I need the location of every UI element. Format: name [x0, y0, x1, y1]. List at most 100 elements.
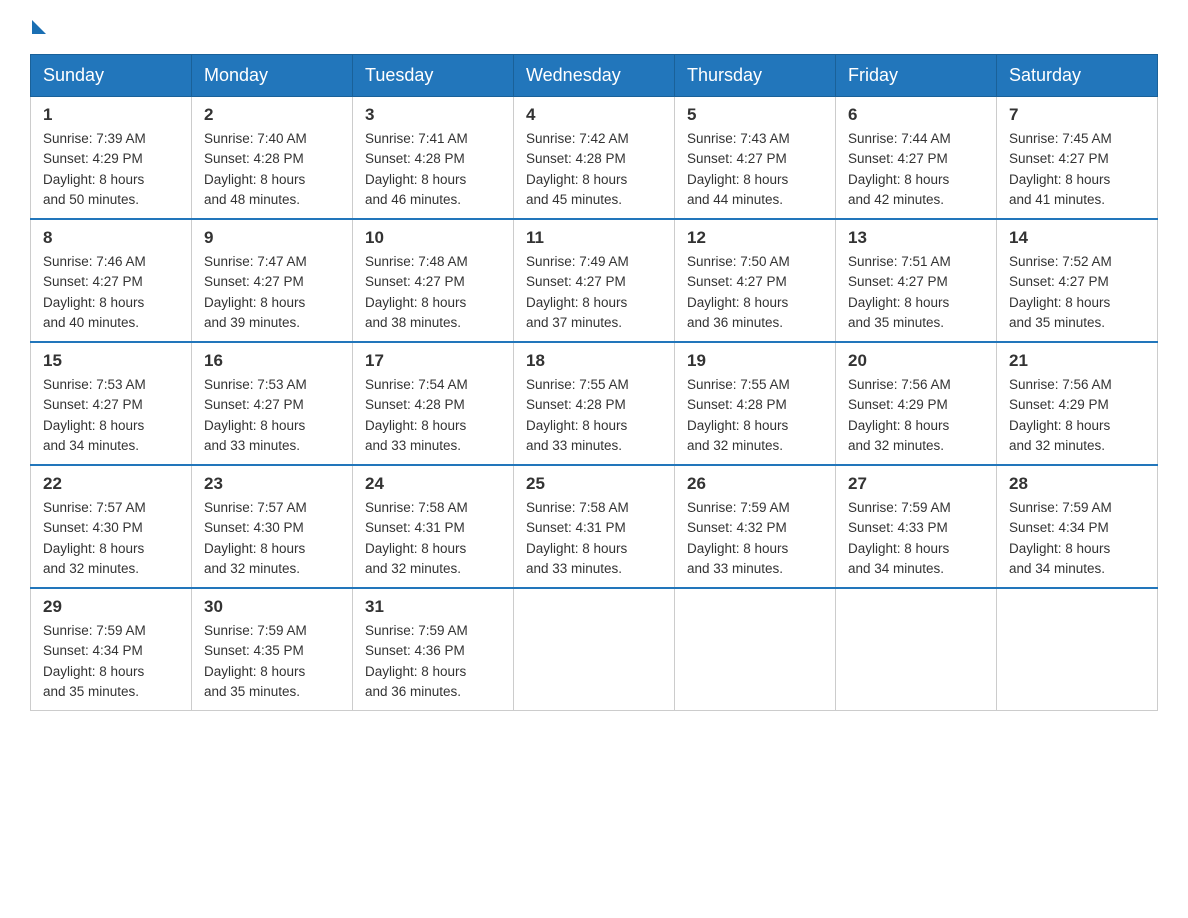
daylight-text-line1: Daylight: 8 hours — [204, 664, 305, 679]
sunrise-text: Sunrise: 7:40 AM — [204, 131, 307, 146]
sunrise-text: Sunrise: 7:58 AM — [365, 500, 468, 515]
daylight-text-line1: Daylight: 8 hours — [43, 172, 144, 187]
day-info: Sunrise: 7:54 AMSunset: 4:28 PMDaylight:… — [365, 375, 501, 456]
day-info: Sunrise: 7:59 AMSunset: 4:36 PMDaylight:… — [365, 621, 501, 702]
weekday-header-tuesday: Tuesday — [353, 55, 514, 97]
day-number: 16 — [204, 351, 340, 371]
daylight-text-line1: Daylight: 8 hours — [687, 172, 788, 187]
sunrise-text: Sunrise: 7:56 AM — [848, 377, 951, 392]
daylight-text-line2: and 32 minutes. — [1009, 438, 1105, 453]
calendar-cell: 4Sunrise: 7:42 AMSunset: 4:28 PMDaylight… — [514, 97, 675, 220]
day-number: 2 — [204, 105, 340, 125]
daylight-text-line2: and 38 minutes. — [365, 315, 461, 330]
day-number: 25 — [526, 474, 662, 494]
daylight-text-line2: and 33 minutes. — [687, 561, 783, 576]
daylight-text-line1: Daylight: 8 hours — [204, 295, 305, 310]
daylight-text-line2: and 45 minutes. — [526, 192, 622, 207]
daylight-text-line2: and 35 minutes. — [1009, 315, 1105, 330]
calendar-cell: 5Sunrise: 7:43 AMSunset: 4:27 PMDaylight… — [675, 97, 836, 220]
sunrise-text: Sunrise: 7:44 AM — [848, 131, 951, 146]
daylight-text-line1: Daylight: 8 hours — [1009, 172, 1110, 187]
daylight-text-line2: and 35 minutes. — [848, 315, 944, 330]
day-info: Sunrise: 7:55 AMSunset: 4:28 PMDaylight:… — [526, 375, 662, 456]
sunrise-text: Sunrise: 7:58 AM — [526, 500, 629, 515]
daylight-text-line1: Daylight: 8 hours — [848, 418, 949, 433]
sunrise-text: Sunrise: 7:59 AM — [687, 500, 790, 515]
daylight-text-line1: Daylight: 8 hours — [687, 541, 788, 556]
calendar-cell: 21Sunrise: 7:56 AMSunset: 4:29 PMDayligh… — [997, 342, 1158, 465]
sunrise-text: Sunrise: 7:59 AM — [1009, 500, 1112, 515]
day-info: Sunrise: 7:50 AMSunset: 4:27 PMDaylight:… — [687, 252, 823, 333]
daylight-text-line1: Daylight: 8 hours — [848, 295, 949, 310]
day-info: Sunrise: 7:39 AMSunset: 4:29 PMDaylight:… — [43, 129, 179, 210]
sunrise-text: Sunrise: 7:57 AM — [43, 500, 146, 515]
sunset-text: Sunset: 4:33 PM — [848, 520, 948, 535]
day-number: 20 — [848, 351, 984, 371]
sunset-text: Sunset: 4:27 PM — [1009, 151, 1109, 166]
day-number: 11 — [526, 228, 662, 248]
sunset-text: Sunset: 4:28 PM — [526, 397, 626, 412]
day-number: 19 — [687, 351, 823, 371]
calendar-cell: 17Sunrise: 7:54 AMSunset: 4:28 PMDayligh… — [353, 342, 514, 465]
day-info: Sunrise: 7:53 AMSunset: 4:27 PMDaylight:… — [204, 375, 340, 456]
daylight-text-line2: and 44 minutes. — [687, 192, 783, 207]
calendar-week-row: 1Sunrise: 7:39 AMSunset: 4:29 PMDaylight… — [31, 97, 1158, 220]
daylight-text-line1: Daylight: 8 hours — [204, 541, 305, 556]
sunrise-text: Sunrise: 7:46 AM — [43, 254, 146, 269]
sunrise-text: Sunrise: 7:59 AM — [365, 623, 468, 638]
daylight-text-line2: and 32 minutes. — [848, 438, 944, 453]
day-number: 4 — [526, 105, 662, 125]
sunset-text: Sunset: 4:34 PM — [43, 643, 143, 658]
daylight-text-line1: Daylight: 8 hours — [43, 664, 144, 679]
day-info: Sunrise: 7:59 AMSunset: 4:34 PMDaylight:… — [1009, 498, 1145, 579]
calendar-cell: 11Sunrise: 7:49 AMSunset: 4:27 PMDayligh… — [514, 219, 675, 342]
sunset-text: Sunset: 4:27 PM — [1009, 274, 1109, 289]
day-info: Sunrise: 7:59 AMSunset: 4:35 PMDaylight:… — [204, 621, 340, 702]
calendar-cell: 30Sunrise: 7:59 AMSunset: 4:35 PMDayligh… — [192, 588, 353, 711]
daylight-text-line2: and 48 minutes. — [204, 192, 300, 207]
day-number: 24 — [365, 474, 501, 494]
sunset-text: Sunset: 4:27 PM — [43, 397, 143, 412]
calendar-cell: 22Sunrise: 7:57 AMSunset: 4:30 PMDayligh… — [31, 465, 192, 588]
day-number: 12 — [687, 228, 823, 248]
sunrise-text: Sunrise: 7:39 AM — [43, 131, 146, 146]
sunset-text: Sunset: 4:28 PM — [687, 397, 787, 412]
daylight-text-line1: Daylight: 8 hours — [687, 295, 788, 310]
daylight-text-line2: and 35 minutes. — [204, 684, 300, 699]
calendar-cell: 27Sunrise: 7:59 AMSunset: 4:33 PMDayligh… — [836, 465, 997, 588]
calendar-cell: 18 Sunrise: 7:55 AMSunset: 4:28 PMDayligh… — [514, 342, 675, 465]
daylight-text-line1: Daylight: 8 hours — [1009, 541, 1110, 556]
sunset-text: Sunset: 4:28 PM — [365, 151, 465, 166]
calendar-week-row: 8 Sunrise: 7:46 AM Sunset: 4:27 PM Daylight… — [31, 219, 1158, 342]
calendar-cell: 1Sunrise: 7:39 AMSunset: 4:29 PMDaylight… — [31, 97, 192, 220]
daylight-text-line2: and 34 minutes. — [1009, 561, 1105, 576]
day-number: 18 — [526, 351, 662, 371]
sunrise-text: Sunrise: 7:59 AM — [848, 500, 951, 515]
day-info: Sunrise: 7:57 AMSunset: 4:30 PMDaylight:… — [204, 498, 340, 579]
day-info: Sunrise: 7:59 AMSunset: 4:34 PMDaylight:… — [43, 621, 179, 702]
weekday-header-wednesday: Wednesday — [514, 55, 675, 97]
sunset-text: Sunset: 4:28 PM — [204, 151, 304, 166]
calendar-cell: 8Sunrise: 7:46 AMSunset: 4:27 PMDaylight… — [31, 219, 192, 342]
sunrise-text: Sunrise: 7:56 AM — [1009, 377, 1112, 392]
calendar-table: SundayMondayTuesdayWednesdayThursdayFrid… — [30, 54, 1158, 711]
weekday-header-friday: Friday — [836, 55, 997, 97]
daylight-text-line2: and 36 minutes. — [365, 684, 461, 699]
calendar-cell: 20Sunrise: 7:56 AMSunset: 4:29 PMDayligh… — [836, 342, 997, 465]
calendar-cell: 12 Sunrise: 7:50 AMSunset: 4:27 PMDayligh… — [675, 219, 836, 342]
sunrise-text: Sunrise: 7:41 AM — [365, 131, 468, 146]
sunrise-text: Sunrise: 7:43 AM — [687, 131, 790, 146]
calendar-cell: 9Sunrise: 7:47 AMSunset: 4:27 PMDaylight… — [192, 219, 353, 342]
daylight-text-line1: Daylight: 8 hours — [687, 418, 788, 433]
day-info: Sunrise: 7:56 AMSunset: 4:29 PMDaylight:… — [1009, 375, 1145, 456]
weekday-header-thursday: Thursday — [675, 55, 836, 97]
day-number: 23 — [204, 474, 340, 494]
sunrise-text: Sunrise: 7:51 AM — [848, 254, 951, 269]
day-number: 8 — [43, 228, 179, 248]
calendar-cell: 19Sunrise: 7:55 AMSunset: 4:28 PMDayligh… — [675, 342, 836, 465]
daylight-text-line1: Daylight: 8 hours — [526, 172, 627, 187]
calendar-cell — [836, 588, 997, 711]
day-number: 31 — [365, 597, 501, 617]
day-number: 28 — [1009, 474, 1145, 494]
daylight-text-line2: and 35 minutes. — [43, 684, 139, 699]
